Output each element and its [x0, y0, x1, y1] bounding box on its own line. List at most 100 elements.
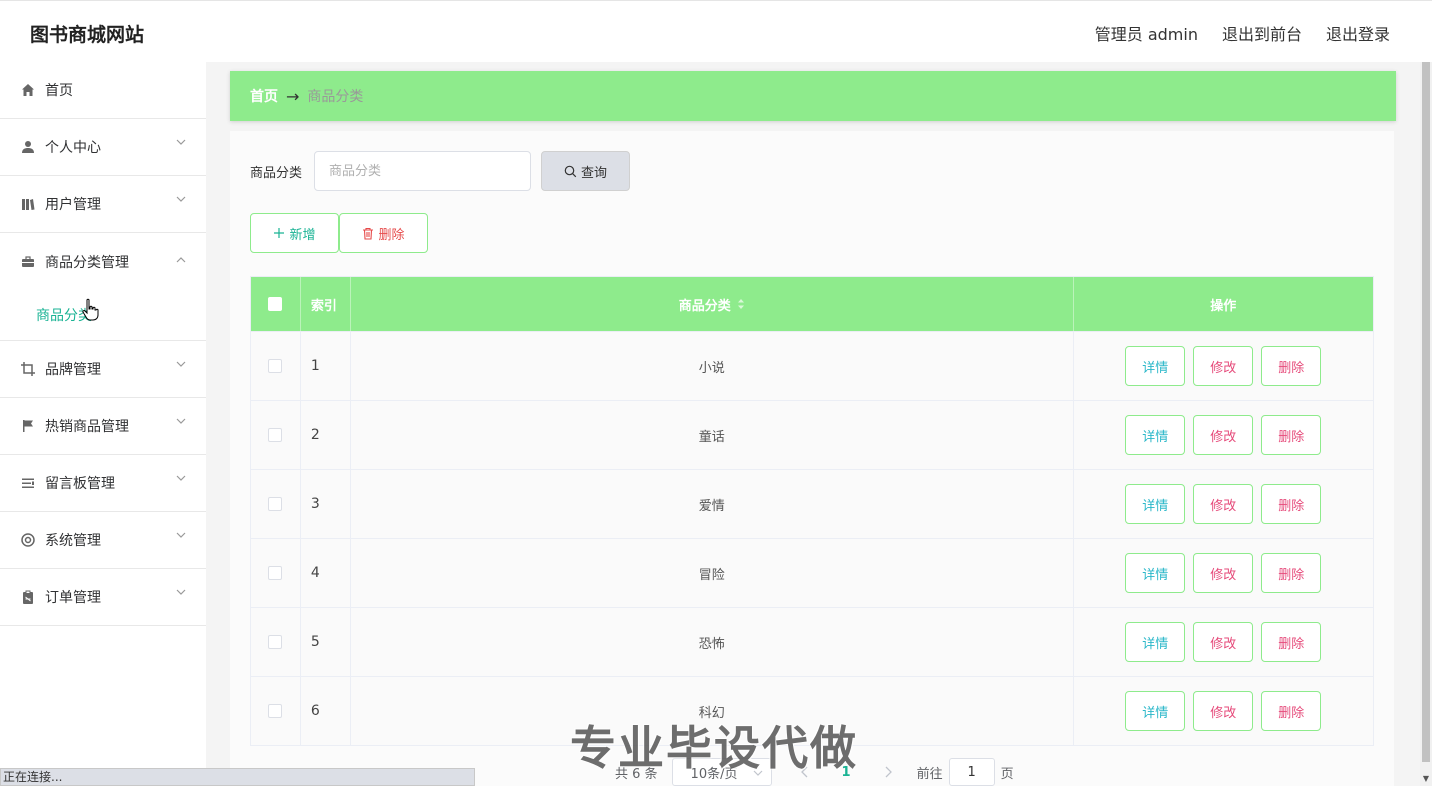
sidebar-item-category-management[interactable]: 商品分类管理	[0, 233, 206, 290]
search-button[interactable]: 查询	[541, 151, 631, 191]
scroll-down-arrow-icon[interactable]: ▼	[1421, 774, 1431, 784]
detail-button[interactable]: 详情	[1125, 553, 1186, 593]
sidebar-subitem-category[interactable]: 商品分类	[0, 290, 206, 340]
browser-status-bar: 正在连接...	[0, 768, 475, 786]
row-category: 恐怖	[351, 608, 1074, 676]
edit-button[interactable]: 修改	[1193, 415, 1254, 455]
header-links: 管理员 admin 退出到前台 退出登录	[1095, 21, 1390, 45]
table-row: 3 爱情 详情 修改 删除	[251, 469, 1373, 538]
goto-page-input[interactable]	[948, 758, 995, 786]
sidebar-item-label: 系统管理	[45, 533, 101, 549]
breadcrumb-current: 商品分类	[307, 89, 364, 105]
sidebar-item-label: 个人中心	[45, 140, 101, 156]
sidebar-item-hot-products[interactable]: 热销商品管理	[0, 398, 206, 455]
row-checkbox-cell	[251, 608, 301, 676]
clipboard-icon	[20, 589, 36, 605]
detail-button[interactable]: 详情	[1125, 415, 1186, 455]
chevron-down-icon	[176, 475, 186, 481]
sidebar-item-brand-management[interactable]: 品牌管理	[0, 341, 206, 398]
row-ops: 详情 修改 删除	[1074, 608, 1373, 676]
select-all-checkbox[interactable]	[268, 297, 283, 311]
flag-icon	[20, 418, 36, 434]
header-category[interactable]: 商品分类	[351, 277, 1074, 331]
row-index: 3	[301, 470, 351, 538]
edit-button[interactable]: 修改	[1193, 346, 1254, 386]
scroll-thumb[interactable]	[1422, 62, 1430, 762]
sidebar-item-order-management[interactable]: 订单管理	[0, 569, 206, 626]
to-front-link[interactable]: 退出到前台	[1222, 21, 1302, 45]
sidebar-item-label: 用户管理	[45, 197, 101, 213]
page-suffix: 页	[1000, 766, 1014, 782]
add-button[interactable]: 新增	[250, 213, 339, 253]
sidebar-item-label: 订单管理	[45, 590, 101, 606]
row-ops: 详情 修改 删除	[1074, 539, 1373, 607]
edit-button[interactable]: 修改	[1193, 691, 1254, 731]
breadcrumb-arrow: →	[286, 86, 300, 106]
trash-icon	[363, 227, 374, 240]
sidebar-item-label: 留言板管理	[45, 476, 115, 492]
row-checkbox[interactable]	[268, 428, 283, 442]
delete-button[interactable]: 删除	[1261, 346, 1322, 386]
sidebar-item-personal-center[interactable]: 个人中心	[0, 119, 206, 176]
chevron-down-icon	[176, 589, 186, 595]
row-checkbox[interactable]	[268, 359, 283, 373]
category-table: 索引 商品分类 操作 1 小说 详情 修改 删除 2 童话 详情 修改 删除 3…	[250, 276, 1374, 746]
chevron-down-icon	[176, 139, 186, 145]
page-number[interactable]: 1	[842, 765, 851, 780]
detail-button[interactable]: 详情	[1125, 346, 1186, 386]
row-checkbox[interactable]	[268, 497, 283, 511]
next-page-icon[interactable]	[881, 766, 895, 778]
row-checkbox[interactable]	[268, 566, 283, 580]
batch-delete-button[interactable]: 删除	[339, 213, 428, 253]
edit-button[interactable]: 修改	[1193, 622, 1254, 662]
breadcrumb-home[interactable]: 首页	[250, 86, 278, 106]
delete-button[interactable]: 删除	[1261, 484, 1322, 524]
detail-button[interactable]: 详情	[1125, 484, 1186, 524]
row-checkbox[interactable]	[268, 704, 283, 718]
table-row: 4 冒险 详情 修改 删除	[251, 538, 1373, 607]
row-ops: 详情 修改 删除	[1074, 332, 1373, 400]
detail-button[interactable]: 详情	[1125, 622, 1186, 662]
chevron-down-icon	[176, 532, 186, 538]
search-button-label: 查询	[581, 165, 608, 181]
sidebar-item-message-board[interactable]: 留言板管理	[0, 455, 206, 512]
sort-icon[interactable]	[737, 299, 745, 309]
briefcase-icon	[20, 254, 36, 270]
edit-button[interactable]: 修改	[1193, 484, 1254, 524]
hand-cursor-icon	[82, 298, 99, 321]
delete-button[interactable]: 删除	[1261, 415, 1322, 455]
lifebuoy-icon	[20, 532, 36, 548]
sidebar: 首页 个人中心 用户管理 商品分类管理 商品分类 品牌管理 热销商品管理 留言板…	[0, 62, 206, 786]
table-row: 5 恐怖 详情 修改 删除	[251, 607, 1373, 676]
row-checkbox-cell	[251, 470, 301, 538]
breadcrumb: 首页 → 商品分类	[230, 71, 1396, 121]
search-input[interactable]	[314, 151, 532, 191]
sidebar-item-user-management[interactable]: 用户管理	[0, 176, 206, 233]
row-category: 爱情	[351, 470, 1074, 538]
page-size-select[interactable]: 10条/页	[671, 758, 772, 786]
home-icon	[20, 82, 36, 98]
delete-button[interactable]: 删除	[1261, 553, 1322, 593]
sidebar-item-system-management[interactable]: 系统管理	[0, 512, 206, 569]
page-scrollbar[interactable]: ▼	[1420, 62, 1432, 786]
sidebar-item-label: 热销商品管理	[45, 419, 129, 435]
delete-button[interactable]: 删除	[1261, 622, 1322, 662]
table-row: 2 童话 详情 修改 删除	[251, 400, 1373, 469]
batch-delete-label: 删除	[378, 227, 405, 243]
delete-button[interactable]: 删除	[1261, 691, 1322, 731]
row-category: 冒险	[351, 539, 1074, 607]
table-row: 6 科幻 详情 修改 删除	[251, 676, 1373, 745]
sidebar-item-home[interactable]: 首页	[0, 62, 206, 119]
sidebar-item-label: 首页	[45, 83, 73, 99]
row-category: 科幻	[351, 677, 1074, 745]
detail-button[interactable]: 详情	[1125, 691, 1186, 731]
row-ops: 详情 修改 删除	[1074, 401, 1373, 469]
action-buttons: 新增 删除	[250, 213, 428, 253]
row-ops: 详情 修改 删除	[1074, 677, 1373, 745]
prev-page-icon[interactable]	[798, 766, 812, 778]
edit-button[interactable]: 修改	[1193, 553, 1254, 593]
row-checkbox[interactable]	[268, 635, 283, 649]
logout-link[interactable]: 退出登录	[1326, 21, 1390, 45]
add-button-label: 新增	[289, 227, 316, 243]
row-checkbox-cell	[251, 677, 301, 745]
